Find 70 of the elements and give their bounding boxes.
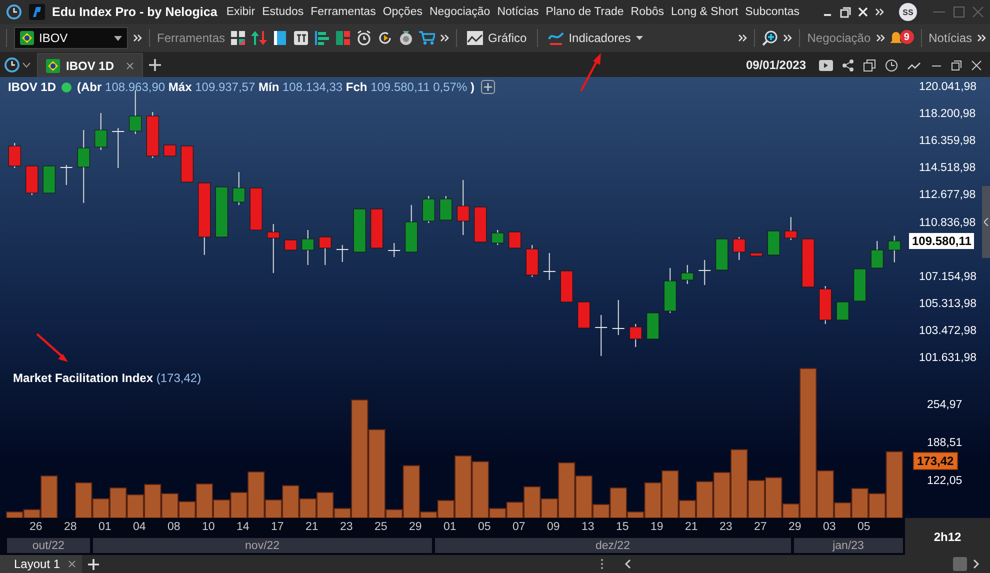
chart-date: 09/01/2023	[746, 58, 806, 72]
price-axis-label: 105.313,98	[919, 298, 977, 310]
price-axis-label: 118.200,98	[919, 108, 976, 120]
date-axis-label: 15	[616, 521, 629, 533]
indicator-axis-label: 254,97	[927, 399, 962, 412]
date-axis-label: 28	[64, 521, 77, 533]
symbol-title: IBOV 1D	[8, 80, 56, 94]
month-band: out/22	[7, 538, 90, 553]
date-axis-label: 03	[822, 521, 836, 533]
date-axis-label: 27	[754, 521, 767, 533]
date-axis-label: 26	[29, 521, 42, 533]
month-band: dez/22	[434, 538, 791, 553]
menu-item[interactable]: Negociação	[429, 6, 490, 18]
menu-item[interactable]: Ferramentas	[310, 6, 376, 18]
price-axis-label: 116.359,98	[919, 135, 976, 148]
last-price-tag: 109.580,11	[909, 233, 974, 249]
indicator-axis-label: 188,51	[927, 437, 962, 450]
month-band: nov/22	[92, 538, 432, 553]
trading-label[interactable]: Negociação	[807, 31, 871, 45]
menu-item[interactable]: Robôs	[630, 6, 664, 18]
symbol-dropdown[interactable]: IBOV	[14, 27, 128, 49]
price-axis-label: 101.631,98	[919, 352, 977, 364]
date-axis-label: 23	[340, 521, 353, 533]
quote-text: (Abr 108.963,90 Máx 109.937,57 Mín 108.134,33 Fch 109.580,11 0,57% )	[77, 80, 474, 94]
date-axis-label: 05	[857, 521, 870, 533]
date-axis-label: 23	[719, 521, 732, 533]
date-axis-label: 29	[788, 521, 802, 533]
chart-button[interactable]: Gráfico	[464, 27, 530, 49]
news-label[interactable]: Notícias	[928, 31, 972, 45]
menu-item[interactable]: Exibir	[226, 6, 256, 18]
date-axis-label: 01	[443, 521, 456, 533]
indicators-button[interactable]: Indicadores	[544, 27, 646, 49]
timeframe-label[interactable]: 2h12	[905, 518, 990, 555]
date-axis-label: 29	[408, 521, 422, 533]
price-axis-label: 120.041,98	[919, 81, 977, 93]
indicator-axis-label: 122,05	[927, 474, 962, 487]
menu-item[interactable]: Long & Short	[671, 6, 738, 18]
date-axis-label: 25	[374, 521, 388, 533]
menu-item[interactable]: Subcontas	[745, 6, 800, 18]
tools-label: Ferramentas	[157, 31, 226, 45]
price-axis-label: 103.472,98	[919, 324, 977, 337]
date-axis-label: 04	[132, 521, 146, 533]
menu-item[interactable]: Estudos	[262, 6, 304, 18]
date-axis-label: 09	[546, 521, 560, 533]
layout-tab[interactable]: Layout 1	[0, 555, 82, 573]
month-band: jan/23	[794, 538, 903, 553]
date-axis-label: 07	[512, 521, 526, 533]
date-axis-label: 21	[684, 521, 698, 533]
app-title: Edu Index Pro - by Nelogica	[52, 5, 218, 19]
menu-item[interactable]: Notícias	[497, 6, 539, 18]
date-axis-label: 10	[202, 521, 215, 533]
indicator-title: Market Facilitation Index (173,42)	[13, 371, 202, 385]
date-axis-label: 21	[305, 521, 318, 533]
date-axis-label: 05	[478, 521, 491, 533]
price-axis-label: 112.677,98	[919, 189, 976, 202]
date-axis-label: 01	[98, 521, 112, 533]
date-axis-label: 14	[236, 521, 250, 533]
date-axis-label: 17	[270, 521, 284, 533]
date-axis-label: 19	[650, 521, 664, 533]
notification-badge: 9	[900, 30, 914, 44]
chart-tab[interactable]: IBOV 1D	[37, 53, 143, 77]
price-axis-label: 114.518,98	[919, 162, 976, 174]
price-axis-label: 107.154,98	[919, 270, 977, 283]
price-axis-label: 110.836,98	[919, 216, 976, 228]
last-value-tag: 173,42	[913, 452, 958, 470]
date-axis-label: 08	[167, 521, 180, 533]
menu-item[interactable]: Plano de Trade	[546, 6, 624, 18]
date-axis-label: 13	[581, 521, 594, 533]
menu-item[interactable]: Opções	[382, 6, 422, 18]
user-avatar[interactable]: SS	[899, 3, 917, 21]
